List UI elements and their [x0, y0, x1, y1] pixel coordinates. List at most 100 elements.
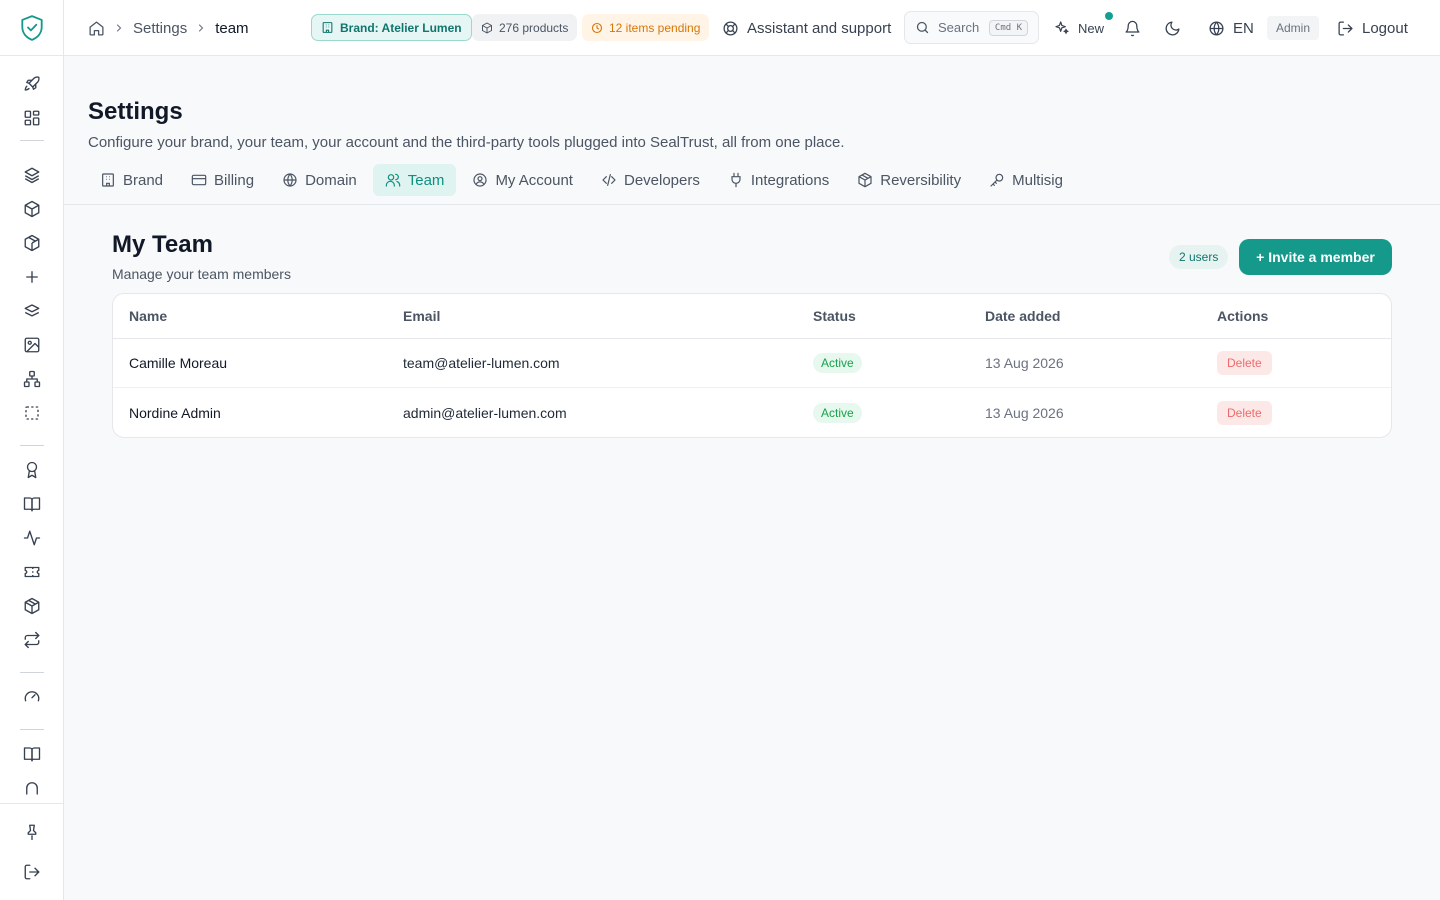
book-open-icon[interactable]: [20, 492, 44, 516]
arch-icon[interactable]: [20, 776, 44, 800]
chevron-right-icon: [195, 22, 207, 34]
tab-label: Developers: [623, 171, 700, 189]
chevron-right-icon: [113, 22, 125, 34]
new-indicator-dot: [1105, 12, 1113, 20]
dashboard-icon[interactable]: [20, 106, 44, 130]
box-icon: [482, 22, 492, 33]
users-count-badge: 2 users: [1169, 245, 1229, 269]
breadcrumb-current: team: [215, 19, 249, 37]
plus-icon[interactable]: [20, 265, 44, 289]
repeat-icon[interactable]: [20, 628, 44, 652]
search-shortcut: Cmd K: [988, 19, 1028, 36]
settings-header: Settings Configure your brand, your team…: [64, 56, 1440, 205]
layers-icon[interactable]: [20, 163, 44, 187]
book-icon[interactable]: [20, 742, 44, 766]
activity-icon[interactable]: [20, 526, 44, 550]
clock-icon: [591, 22, 603, 33]
sidebar: [0, 0, 64, 900]
page-title: Settings: [88, 98, 183, 125]
member-date-added: 13 Aug 2026: [985, 355, 1064, 371]
column-header-name[interactable]: Name: [129, 294, 167, 338]
tab-label: Reversibility: [880, 171, 962, 189]
moon-icon: [1165, 20, 1180, 35]
tab-label: My Account: [495, 171, 573, 189]
layers-stack-icon[interactable]: [20, 299, 44, 323]
logout-icon: [1338, 20, 1353, 36]
award-icon[interactable]: [20, 458, 44, 482]
tab-label: Brand: [123, 171, 164, 189]
actions-cell: Delete: [1217, 388, 1272, 437]
breadcrumb-settings[interactable]: Settings: [133, 20, 187, 37]
tab-label: Team: [407, 171, 445, 189]
tab-my-account[interactable]: My Account: [460, 164, 585, 196]
tab-integrations[interactable]: Integrations: [716, 164, 841, 196]
tab-billing[interactable]: Billing: [179, 164, 266, 196]
theme-toggle-button[interactable]: [1164, 0, 1181, 56]
image-icon[interactable]: [20, 333, 44, 357]
new-label: New: [1078, 20, 1105, 36]
tab-domain[interactable]: Domain: [270, 164, 369, 196]
package-icon[interactable]: [20, 594, 44, 618]
tab-brand[interactable]: Brand: [88, 164, 175, 196]
tab-reversibility[interactable]: Reversibility: [845, 164, 973, 196]
table-header-row: Name Email Status Date added Actions: [113, 294, 1391, 339]
settings-tabs: Brand Billing Domain Team My Account Dev…: [88, 164, 1075, 196]
plug-icon: [731, 172, 741, 188]
column-header-actions: Actions: [1217, 308, 1269, 324]
column-header-email[interactable]: Email: [403, 294, 440, 338]
brand-pill[interactable]: Brand: Atelier Lumen: [311, 14, 472, 41]
hierarchy-icon[interactable]: [20, 367, 44, 391]
pin-icon[interactable]: [20, 820, 44, 844]
tab-label: Billing: [214, 171, 255, 189]
search-label: Search: [938, 20, 980, 35]
products-pill[interactable]: 276 products: [472, 14, 578, 41]
delete-member-button[interactable]: Delete: [1217, 400, 1272, 425]
app-logo[interactable]: [0, 0, 63, 56]
member-email: admin@atelier-lumen.com: [403, 404, 567, 421]
role-badge: Admin: [1267, 16, 1320, 40]
pending-pill[interactable]: 12 items pending: [582, 14, 710, 41]
selection-icon[interactable]: [20, 401, 44, 425]
assistant-support-label: Assistant and support: [747, 19, 892, 37]
tab-developers[interactable]: Developers: [589, 164, 712, 196]
delete-member-button[interactable]: Delete: [1217, 351, 1272, 375]
invite-member-button[interactable]: + Invite a member: [1239, 239, 1392, 275]
logout-button[interactable]: Logout: [1337, 0, 1408, 56]
notifications-button[interactable]: [1124, 0, 1141, 56]
team-table: Name Email Status Date added Actions Cam…: [112, 293, 1392, 438]
tab-team[interactable]: Team: [372, 164, 457, 196]
ticket-icon[interactable]: [20, 560, 44, 584]
building-icon: [322, 22, 333, 33]
building-icon: [102, 173, 114, 187]
users-icon: [385, 173, 401, 187]
member-email: team@atelier-lumen.com: [403, 355, 560, 371]
credit-card-icon: [191, 174, 207, 186]
status-cell: Active: [813, 339, 862, 387]
sparkles-icon: [1055, 21, 1069, 34]
bell-icon: [1125, 20, 1140, 36]
home-icon[interactable]: [88, 20, 105, 37]
member-name: Nordine Admin: [129, 404, 221, 421]
column-header-date-added[interactable]: Date added: [985, 294, 1060, 338]
tab-label: Integrations: [750, 171, 830, 189]
globe-icon: [283, 173, 297, 187]
pending-pill-label: 12 items pending: [609, 20, 701, 35]
status-badge: Active: [813, 353, 862, 373]
table-row: Nordine Admin admin@atelier-lumen.com Ac…: [113, 388, 1391, 437]
gauge-icon[interactable]: [20, 685, 44, 709]
logout-label: Logout: [1362, 19, 1408, 37]
logout-icon[interactable]: [20, 860, 44, 884]
rocket-icon[interactable]: [20, 72, 44, 96]
box-outline-icon[interactable]: [20, 231, 44, 255]
language-selector[interactable]: EN: [1208, 0, 1254, 56]
tab-multisig[interactable]: Multisig: [977, 164, 1075, 196]
search-button[interactable]: Search Cmd K: [904, 11, 1039, 44]
brand-pill-label: Brand: Atelier Lumen: [340, 20, 462, 35]
status-cell: Active: [813, 388, 862, 437]
tab-label: Multisig: [1012, 171, 1063, 189]
assistant-support-button[interactable]: Assistant and support: [722, 0, 891, 56]
box-icon[interactable]: [20, 197, 44, 221]
member-date-added: 13 Aug 2026: [985, 404, 1064, 421]
whats-new-button[interactable]: New: [1054, 0, 1104, 56]
column-header-status[interactable]: Status: [813, 294, 856, 338]
